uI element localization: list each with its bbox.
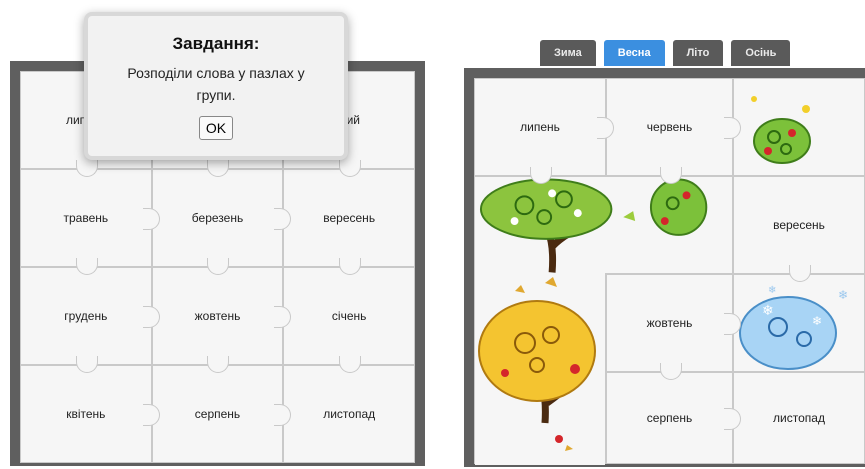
puzzle-piece[interactable]: жовтень xyxy=(606,274,741,380)
winter-tree-icon: ❄ ❄ ❄ ❄ xyxy=(734,275,864,371)
svg-text:❄: ❄ xyxy=(762,302,774,318)
puzzle-piece[interactable]: вересень xyxy=(733,176,865,282)
puzzle-piece[interactable]: грудень xyxy=(20,267,160,373)
svg-text:❄: ❄ xyxy=(768,285,776,296)
tab-summer[interactable]: Літо xyxy=(672,40,724,66)
task-dialog: Завдання: Розподіли слова у пазлах у гру… xyxy=(84,12,348,160)
right-puzzle-board: липень червень вересень жовтень ❄ ❄ ❄ ❄ … xyxy=(464,68,865,467)
puzzle-piece[interactable]: березень xyxy=(151,169,292,275)
tree-image-piece[interactable]: ❄ ❄ ❄ ❄ xyxy=(733,274,865,372)
puzzle-piece[interactable]: квітень xyxy=(20,365,160,463)
puzzle-piece[interactable]: серпень xyxy=(606,372,741,464)
season-tabs: Зима Весна Літо Осінь xyxy=(540,40,791,66)
tab-winter[interactable]: Зима xyxy=(540,40,596,66)
svg-text:❄: ❄ xyxy=(838,288,848,302)
tree-image-piece[interactable] xyxy=(474,273,606,465)
tree-image-piece[interactable] xyxy=(474,176,733,274)
tab-spring[interactable]: Весна xyxy=(603,40,665,66)
puzzle-piece[interactable]: серпень xyxy=(151,365,292,463)
right-piece-grid: липень червень вересень жовтень ❄ ❄ ❄ ❄ … xyxy=(474,78,865,465)
dialog-title: Завдання: xyxy=(172,34,260,53)
puzzle-piece[interactable]: січень xyxy=(283,267,415,373)
puzzle-piece[interactable]: липень xyxy=(474,78,614,184)
puzzle-piece[interactable]: травень xyxy=(20,169,160,275)
dialog-message: Розподіли слова у пазлах у групи. xyxy=(127,65,305,103)
tree-image-piece[interactable] xyxy=(733,78,865,176)
puzzle-piece[interactable]: листопад xyxy=(733,372,865,464)
puzzle-piece[interactable]: вересень xyxy=(283,169,415,275)
puzzle-piece[interactable]: жовтень xyxy=(151,267,292,373)
tab-autumn[interactable]: Осінь xyxy=(731,40,791,66)
green-tree-icon xyxy=(734,79,864,175)
ok-button[interactable]: OK xyxy=(198,116,234,140)
autumn-tree-icon xyxy=(475,273,605,465)
svg-text:❄: ❄ xyxy=(812,314,822,328)
puzzle-piece[interactable]: листопад xyxy=(283,365,415,463)
puzzle-piece[interactable]: червень xyxy=(606,78,741,184)
spring-tree-icon xyxy=(475,177,732,273)
